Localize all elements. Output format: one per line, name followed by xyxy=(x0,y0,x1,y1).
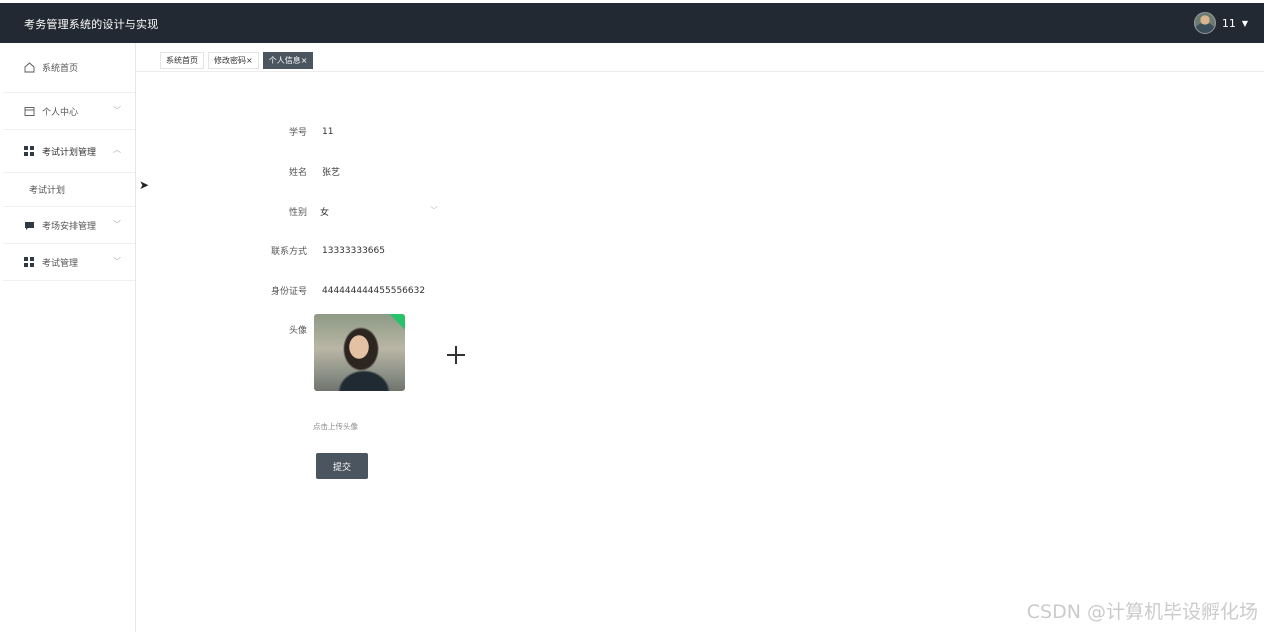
grid-icon xyxy=(23,146,35,156)
chevron-down-icon: ﹀ xyxy=(430,206,438,215)
form-row-student-id: 学号 11 xyxy=(240,125,333,139)
id-card-field[interactable]: 444444444455556632 xyxy=(322,286,425,296)
watermark: CSDN @计算机毕设孵化场 xyxy=(1026,601,1258,623)
tab-label: 修改密码 xyxy=(214,56,246,65)
close-icon[interactable]: × xyxy=(246,56,253,65)
tab-divider xyxy=(136,71,1264,72)
home-icon xyxy=(23,62,35,73)
sidebar-item-personal-center[interactable]: 个人中心 ﹀ xyxy=(3,93,135,130)
student-id-label: 学号 xyxy=(288,128,307,138)
calendar-icon xyxy=(23,106,35,117)
chevron-down-icon: ﹀ xyxy=(113,106,121,115)
tab-personal-info[interactable]: 个人信息× xyxy=(262,52,314,69)
form-row-id-card: 身份证号 444444444455556632 xyxy=(240,284,425,298)
chevron-up-icon: ︿ xyxy=(113,145,121,154)
close-icon[interactable]: × xyxy=(301,56,308,65)
upload-plus-icon[interactable] xyxy=(446,345,466,365)
sidebar: 系统首页 个人中心 ﹀ 考试计划管理 ︿ 考试计划 考场安排管理 ﹀ 考试管理 … xyxy=(3,43,136,632)
sidebar-item-label: 系统首页 xyxy=(42,64,79,74)
phone-field[interactable]: 13333333665 xyxy=(322,246,385,256)
form-row-avatar: 头像 xyxy=(240,323,307,336)
sidebar-item-exam-room-management[interactable]: 考场安排管理 ﹀ xyxy=(3,207,135,244)
chat-icon xyxy=(23,220,35,231)
sidebar-item-home[interactable]: 系统首页 xyxy=(3,43,135,93)
sidebar-item-label: 个人中心 xyxy=(42,107,79,118)
chevron-down-icon: ﹀ xyxy=(113,257,121,266)
form-row-phone: 联系方式 13333333665 xyxy=(240,244,385,258)
avatar-photo[interactable] xyxy=(314,314,405,391)
tab-change-password[interactable]: 修改密码× xyxy=(208,52,259,69)
name-label: 姓名 xyxy=(288,168,307,178)
caret-down-icon[interactable]: ▼ xyxy=(1242,19,1248,28)
gender-value: 女 xyxy=(320,207,330,218)
username[interactable]: 11 xyxy=(1222,17,1236,30)
phone-label: 联系方式 xyxy=(270,247,307,257)
sidebar-item-label: 考试计划管理 xyxy=(42,147,97,158)
tab-bar: 系统首页 修改密码× 个人信息× xyxy=(160,52,314,70)
submit-button[interactable]: 提交 xyxy=(316,453,368,479)
grid-icon xyxy=(23,257,35,267)
mouse-cursor-icon: ➤ xyxy=(139,178,150,192)
app-title: 考务管理系统的设计与实现 xyxy=(24,18,159,31)
sidebar-item-exam-plan-management[interactable]: 考试计划管理 ︿ xyxy=(3,130,135,173)
user-menu[interactable]: 11 ▼ xyxy=(1193,12,1248,34)
form-row-gender: 性别 xyxy=(240,205,307,218)
gender-label: 性别 xyxy=(288,208,307,218)
form-row-name: 姓名 张艺 xyxy=(240,165,340,178)
tab-label: 个人信息 xyxy=(268,56,301,65)
name-field[interactable]: 张艺 xyxy=(322,165,340,178)
user-avatar[interactable] xyxy=(1193,12,1216,34)
chevron-down-icon: ﹀ xyxy=(113,220,121,229)
id-card-label: 身份证号 xyxy=(270,287,307,297)
top-header: 考务管理系统的设计与实现 11 ▼ xyxy=(0,0,1264,43)
gender-select[interactable]: 女 ﹀ xyxy=(320,202,438,220)
sidebar-item-label: 考场安排管理 xyxy=(42,221,97,232)
student-id-field[interactable]: 11 xyxy=(322,127,333,137)
tab-label: 系统首页 xyxy=(166,56,198,65)
sidebar-subitem-exam-plan[interactable]: 考试计划 xyxy=(3,173,135,207)
avatar-label: 头像 xyxy=(288,326,307,336)
sidebar-item-exam-management[interactable]: 考试管理 ﹀ xyxy=(3,244,135,281)
tab-home[interactable]: 系统首页 xyxy=(160,52,204,69)
upload-hint: 点击上传头像 xyxy=(313,422,358,431)
sidebar-item-label: 考试管理 xyxy=(42,258,79,269)
